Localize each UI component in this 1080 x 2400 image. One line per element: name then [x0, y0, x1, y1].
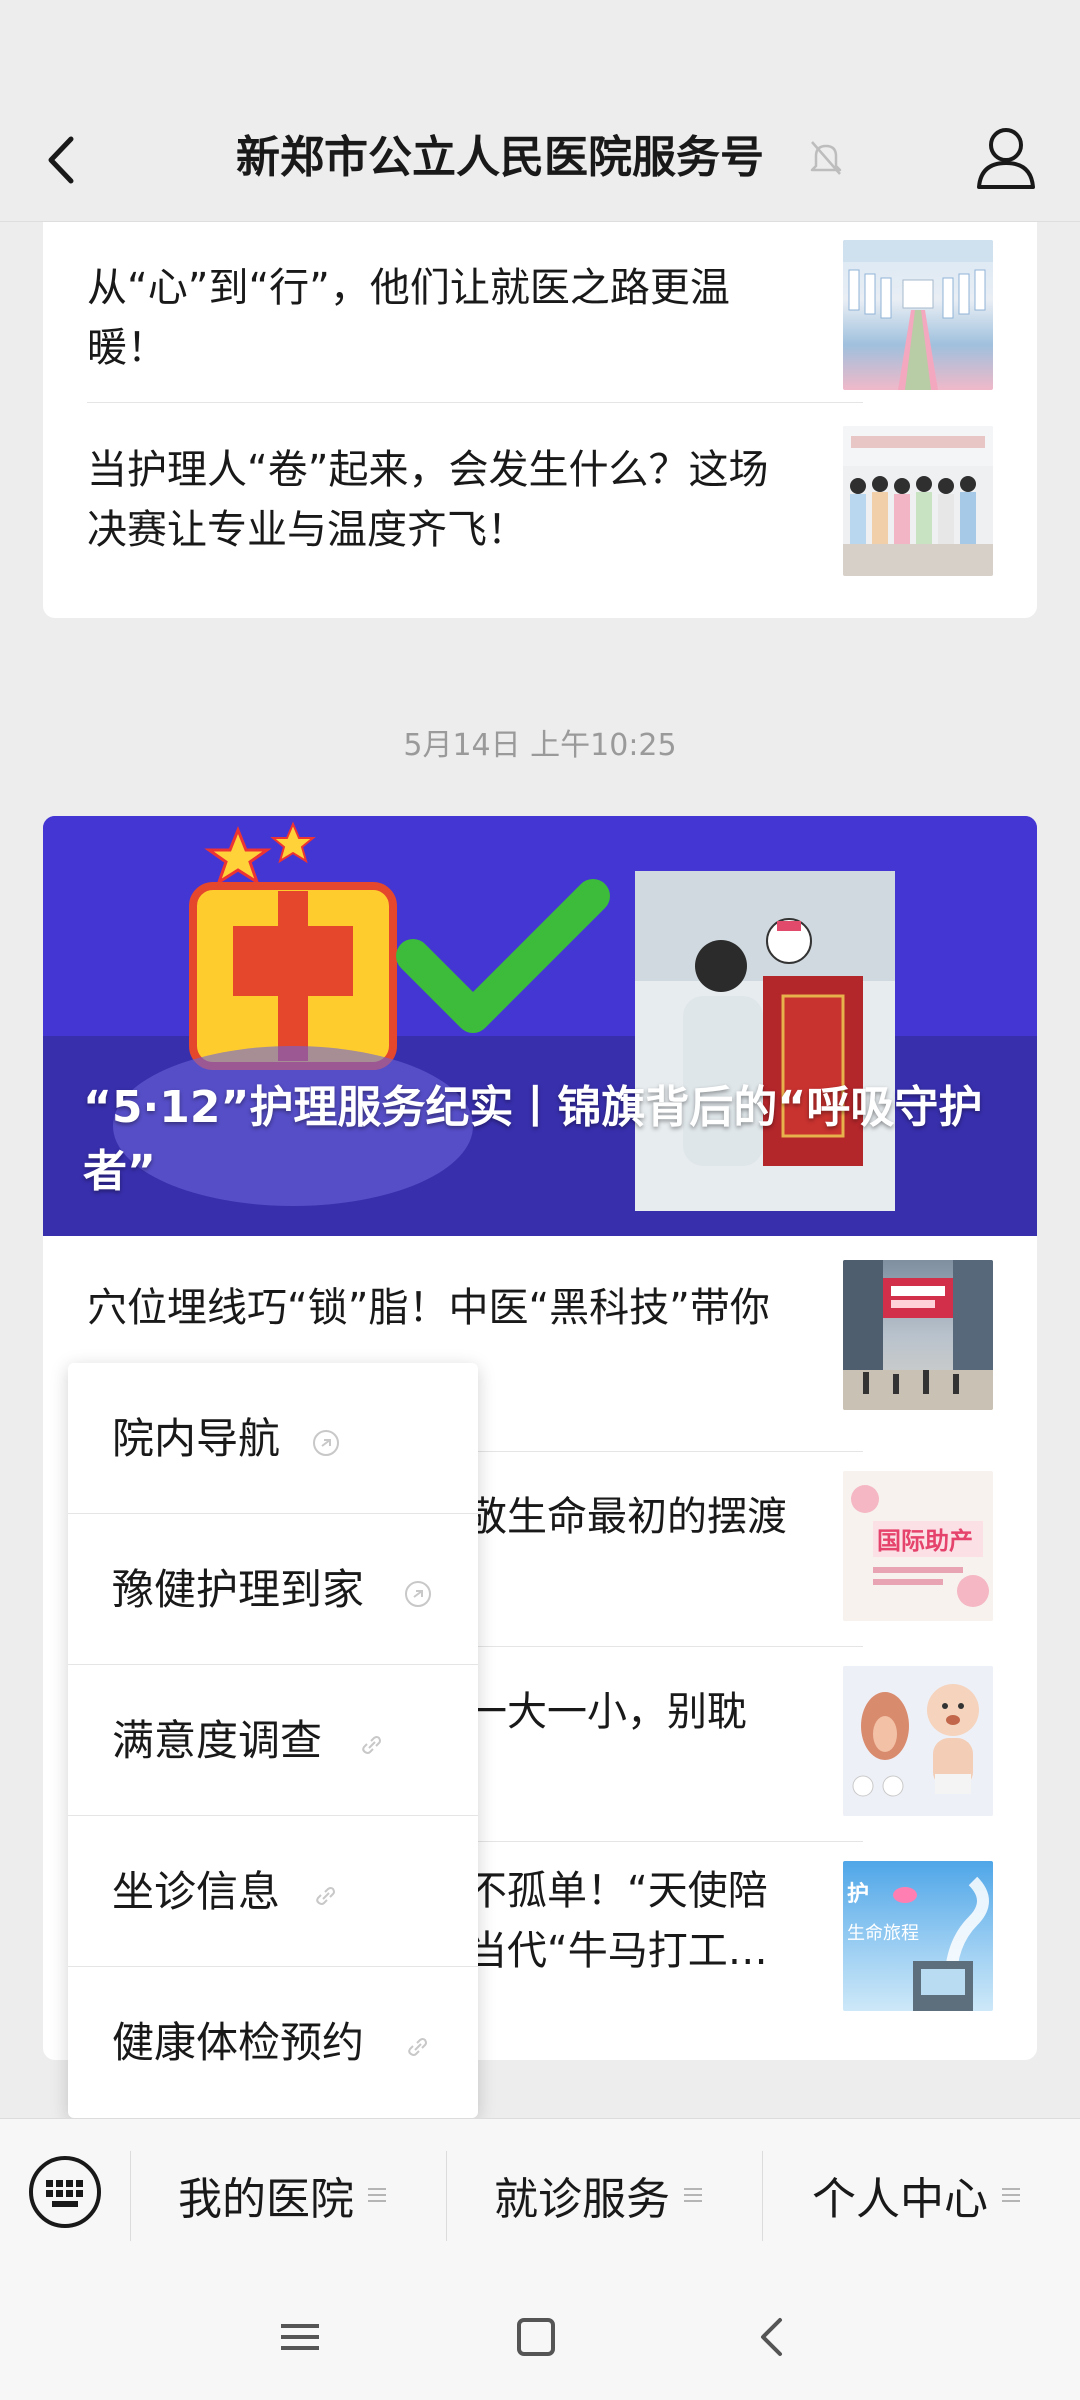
menu-item-clinic-schedule[interactable]: 坐诊信息	[68, 1816, 478, 1967]
menu-item-home-nursing[interactable]: 豫健护理到家	[68, 1514, 478, 1665]
link-icon	[405, 1581, 431, 1607]
article-title: 穴位埋线巧“锁”脂！中医“黑科技”带你	[87, 1285, 770, 1331]
menu-item-label: 坐诊信息	[112, 1867, 281, 1916]
article-item[interactable]: 从“心”到“行”，他们让就医之路更温暖！	[87, 232, 993, 392]
article-thumbnail	[843, 1666, 993, 1816]
article-item[interactable]: 当护理人“卷”起来，会发生什么？这场决赛让专业与温度齐飞！	[87, 422, 993, 582]
svg-text:国际助产: 国际助产	[877, 1527, 973, 1555]
menu-label: 就诊服务	[494, 2174, 670, 2225]
divider	[130, 2151, 131, 2241]
profile-button[interactable]	[975, 125, 1037, 191]
recent-apps-icon[interactable]	[275, 2312, 325, 2362]
chevron-left-icon	[48, 136, 74, 184]
link-icon	[313, 1430, 339, 1456]
link-icon	[316, 1887, 335, 1905]
menu-personal-center[interactable]: 个人中心	[812, 2165, 1020, 2225]
menu-lines-icon	[1002, 2188, 1020, 2202]
system-navigation-bar	[0, 2274, 1080, 2400]
article-title: 从“心”到“行”，他们让就医之路更温暖！	[87, 265, 730, 371]
top-bar: 新郑市公立人民医院服务号	[0, 0, 1080, 222]
menu-item-label: 豫健护理到家	[112, 1565, 365, 1614]
home-icon[interactable]	[511, 2312, 561, 2362]
link-icon	[408, 2038, 427, 2056]
menu-item-health-checkup-booking[interactable]: 健康体检预约	[68, 1967, 478, 2118]
article-title: 敬生命最初的摆渡	[467, 1494, 787, 1540]
article-title: 一大一小，别耽	[467, 1689, 747, 1735]
article-title: 当护理人“卷”起来，会发生什么？这场决赛让专业与温度齐飞！	[87, 447, 769, 553]
article-thumbnail: 国际助产	[843, 1471, 993, 1621]
article-card: 从“心”到“行”，他们让就医之路更温暖！ 当护理人“卷”起来，会发生什么？这场决…	[43, 222, 1037, 618]
user-icon	[977, 128, 1035, 189]
menu-item-label: 健康体检预约	[112, 2018, 365, 2067]
popup-menu: 院内导航 豫健护理到家 满意度调查 坐诊信息 健康体检预约	[68, 1363, 478, 2118]
divider	[446, 2151, 447, 2241]
divider	[87, 402, 863, 403]
menu-item-label: 院内导航	[112, 1414, 281, 1463]
back-nav-icon[interactable]	[748, 2312, 798, 2362]
keyboard-toggle-button[interactable]	[28, 2155, 102, 2229]
link-icon	[362, 1736, 381, 1754]
svg-text:护: 护	[847, 1882, 869, 1907]
menu-item-label: 满意度调查	[112, 1716, 323, 1765]
article-thumbnail	[843, 426, 993, 576]
svg-text:生命旅程: 生命旅程	[847, 1923, 919, 1944]
page-title: 新郑市公立人民医院服务号	[236, 132, 764, 183]
bottom-menu-bar: 我的医院 就诊服务 个人中心	[0, 2118, 1080, 2274]
menu-medical-services[interactable]: 就诊服务	[494, 2165, 702, 2225]
hero-title: “5·12”护理服务纪实丨锦旗背后的“呼吸守护者”	[83, 1082, 983, 1197]
article-thumbnail	[843, 240, 993, 390]
article-thumbnail: 护 生命旅程	[843, 1861, 993, 2011]
menu-label: 个人中心	[812, 2174, 988, 2225]
back-button[interactable]	[30, 125, 90, 195]
hero-article[interactable]: “5·12”护理服务纪实丨锦旗背后的“呼吸守护者”	[43, 816, 1037, 1236]
message-timestamp: 5月14日 上午10:25	[403, 728, 677, 763]
menu-label: 我的医院	[178, 2174, 354, 2225]
menu-my-hospital[interactable]: 我的医院	[178, 2165, 386, 2225]
bell-muted-icon	[810, 141, 842, 175]
menu-item-satisfaction-survey[interactable]: 满意度调查	[68, 1665, 478, 1816]
menu-lines-icon	[684, 2188, 702, 2202]
divider	[762, 2151, 763, 2241]
article-thumbnail	[843, 1260, 993, 1410]
keyboard-icon	[29, 2156, 101, 2228]
menu-lines-icon	[368, 2188, 386, 2202]
article-title: 不孤单！“天使陪 当代“牛马打工…	[467, 1868, 768, 1974]
menu-item-hospital-navigation[interactable]: 院内导航	[68, 1363, 478, 1514]
